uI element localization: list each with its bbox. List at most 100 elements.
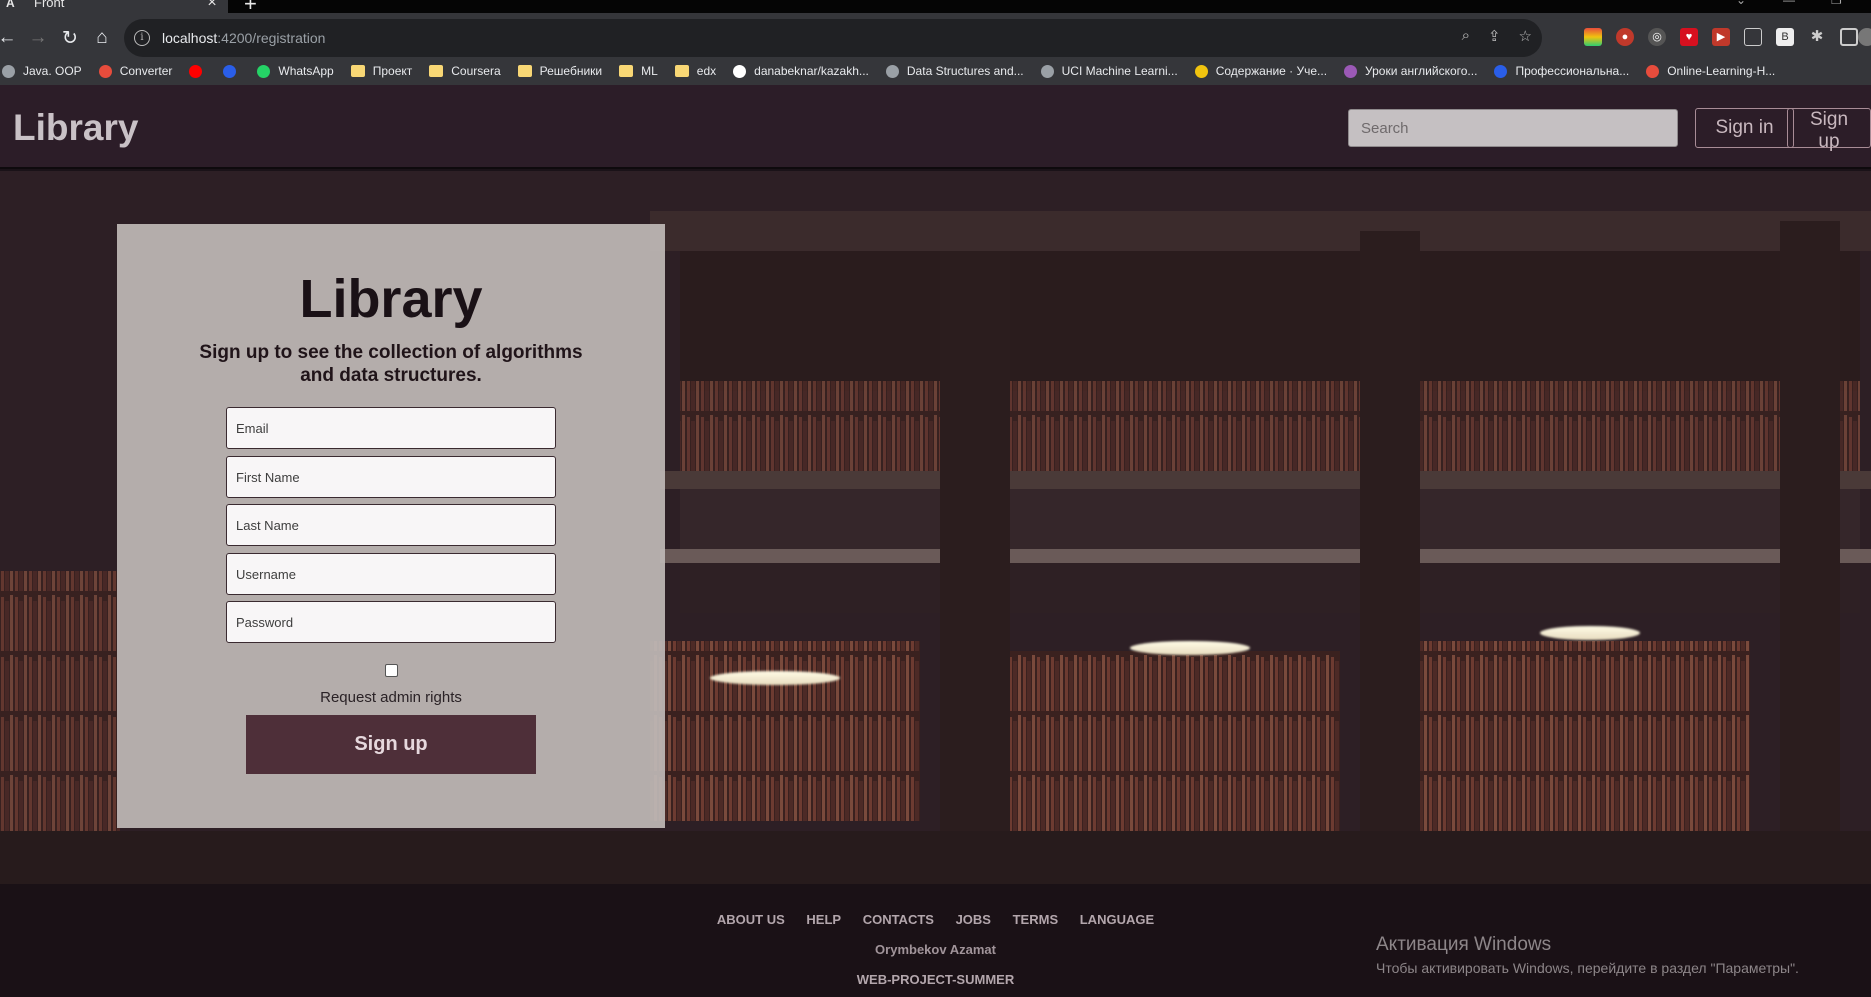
maximize-icon[interactable]: ❐ bbox=[1831, 0, 1842, 7]
zoom-icon[interactable]: ⌕ bbox=[1462, 27, 1470, 45]
footer-link-about[interactable]: ABOUT US bbox=[717, 912, 785, 927]
admin-rights-checkbox[interactable] bbox=[385, 664, 398, 677]
bookmark-item[interactable]: Java. OOP bbox=[2, 64, 82, 78]
extension-icon[interactable]: B bbox=[1776, 28, 1794, 46]
back-icon[interactable]: ← bbox=[0, 25, 20, 51]
bookmark-item[interactable]: Converter bbox=[98, 64, 173, 78]
bookmark-label: ML bbox=[641, 64, 658, 78]
signup-submit-button[interactable]: Sign up bbox=[246, 715, 536, 774]
address-bar[interactable]: i localhost:4200/registration ⌕ ⇪ ☆ bbox=[124, 19, 1542, 57]
lamp-light bbox=[1130, 641, 1250, 655]
bookmark-item[interactable]: Профессиональна... bbox=[1494, 64, 1629, 78]
bookmark-label: Coursera bbox=[451, 64, 501, 78]
bookmark-label: Converter bbox=[119, 64, 173, 78]
browser-tab[interactable]: A Front × bbox=[0, 0, 228, 13]
bookmark-label: Решебники bbox=[539, 64, 603, 78]
bookmark-item[interactable]: Проект bbox=[350, 64, 413, 78]
side-panel-icon[interactable] bbox=[1840, 28, 1858, 46]
form-subtitle: Sign up to see the collection of algorit… bbox=[199, 342, 583, 386]
extension-icon[interactable]: ◎ bbox=[1648, 28, 1666, 46]
bookmark-item[interactable] bbox=[223, 64, 244, 78]
book-icon bbox=[1194, 64, 1208, 78]
form-title: Library bbox=[299, 269, 483, 329]
globe-icon bbox=[2, 64, 15, 78]
extension-icon[interactable] bbox=[1744, 28, 1762, 46]
windows-activation-watermark: Активация Windows Чтобы активировать Win… bbox=[1376, 934, 1799, 976]
youtube-icon bbox=[189, 64, 203, 78]
bookmarks-bar: Java. OOP Converter WhatsApp Проект Coursera… bbox=[0, 57, 1871, 85]
bookmark-label: Проект bbox=[372, 64, 413, 78]
footer-links: ABOUT US HELP CONTACTS JOBS TERMS LANGUA… bbox=[0, 912, 1871, 927]
folder-icon bbox=[619, 65, 634, 77]
home-icon[interactable]: ⌂ bbox=[89, 25, 115, 51]
bookmark-item[interactable]: Содержание · Уче... bbox=[1194, 64, 1328, 78]
footer-link-contacts[interactable]: CONTACTS bbox=[863, 912, 934, 927]
share-icon[interactable]: ⇪ bbox=[1488, 27, 1501, 45]
footer-link-help[interactable]: HELP bbox=[806, 912, 841, 927]
extension-icon[interactable]: ♥ bbox=[1680, 28, 1698, 46]
bookmark-item[interactable]: Решебники bbox=[517, 64, 603, 78]
minimize-icon[interactable]: — bbox=[1783, 0, 1795, 7]
lamp-light bbox=[710, 671, 840, 685]
signin-button[interactable]: Sign in bbox=[1695, 108, 1794, 148]
signup-nav-button[interactable]: Sign up bbox=[1787, 108, 1871, 152]
bookmark-label: Online-Learning-H... bbox=[1667, 64, 1776, 78]
bookmark-item[interactable]: Data Structures and... bbox=[885, 64, 1024, 78]
bookmark-item[interactable]: Уроки английского... bbox=[1344, 64, 1477, 78]
converter-icon bbox=[98, 64, 112, 78]
site-footer: ABOUT US HELP CONTACTS JOBS TERMS LANGUA… bbox=[0, 884, 1871, 997]
site-header: Library Sign in Sign up bbox=[0, 85, 1871, 169]
profile-avatar[interactable] bbox=[1858, 28, 1871, 46]
extension-icon[interactable]: ● bbox=[1616, 28, 1634, 46]
folder-icon bbox=[517, 65, 532, 77]
bookmark-label: UCI Machine Learni... bbox=[1061, 64, 1178, 78]
extensions-puzzle-icon[interactable]: ✱ bbox=[1808, 28, 1826, 46]
bookmark-item[interactable]: edx bbox=[674, 64, 716, 78]
footer-link-language[interactable]: LANGUAGE bbox=[1080, 912, 1154, 927]
browser-tabstrip: A Front × + ⌄ — ❐ bbox=[0, 0, 1871, 13]
bookmark-item[interactable]: Online-Learning-H... bbox=[1646, 64, 1775, 78]
bookmark-item[interactable]: WhatsApp bbox=[257, 64, 334, 78]
password-field[interactable] bbox=[226, 601, 556, 643]
bookmark-item[interactable]: Coursera bbox=[429, 64, 501, 78]
footer-link-jobs[interactable]: JOBS bbox=[956, 912, 991, 927]
bookmark-label: Data Structures and... bbox=[906, 64, 1024, 78]
brand-logo[interactable]: Library bbox=[13, 107, 138, 149]
url-text: localhost:4200/registration bbox=[162, 30, 326, 46]
folder-icon bbox=[429, 65, 444, 77]
last-name-field[interactable] bbox=[226, 504, 556, 546]
bookmark-label: Профессиональна... bbox=[1515, 64, 1630, 78]
github-icon bbox=[733, 64, 747, 78]
extension-icon[interactable]: ▶ bbox=[1712, 28, 1730, 46]
search-input[interactable] bbox=[1348, 109, 1678, 147]
site-info-icon[interactable]: i bbox=[134, 30, 150, 46]
first-name-field[interactable] bbox=[226, 456, 556, 498]
extension-icon[interactable] bbox=[1584, 28, 1602, 46]
username-field[interactable] bbox=[226, 553, 556, 595]
huawei-icon bbox=[1646, 64, 1660, 78]
bookmark-label: Уроки английского... bbox=[1365, 64, 1478, 78]
reload-icon[interactable]: ↻ bbox=[57, 25, 83, 51]
footer-link-terms[interactable]: TERMS bbox=[1013, 912, 1059, 927]
bookmark-label: Содержание · Уче... bbox=[1215, 64, 1328, 78]
vk-icon bbox=[223, 64, 237, 78]
folder-icon bbox=[350, 65, 365, 77]
tab-close-icon[interactable]: × bbox=[202, 0, 222, 12]
bookmark-item[interactable]: UCI Machine Learni... bbox=[1040, 64, 1178, 78]
bookmark-item[interactable] bbox=[189, 64, 210, 78]
bookmark-item[interactable]: danabeknar/kazakh... bbox=[733, 64, 869, 78]
admin-rights-label: Request admin rights bbox=[320, 689, 462, 706]
tab-search-icon[interactable]: ⌄ bbox=[1736, 0, 1746, 7]
bookmark-item[interactable]: ML bbox=[619, 64, 658, 78]
registration-card: Library Sign up to see the collection of… bbox=[117, 224, 665, 828]
bookmark-star-icon[interactable]: ☆ bbox=[1519, 27, 1532, 45]
hero-background: Library Sign up to see the collection of… bbox=[0, 171, 1871, 884]
bookmark-label: WhatsApp bbox=[278, 64, 334, 78]
browser-toolbar: ← → ↻ ⌂ i localhost:4200/registration ⌕ … bbox=[0, 13, 1871, 63]
watermark-title: Активация Windows bbox=[1376, 934, 1552, 955]
email-field[interactable] bbox=[226, 407, 556, 449]
globe-icon bbox=[1040, 64, 1054, 78]
forward-icon[interactable]: → bbox=[25, 25, 51, 51]
flower-icon bbox=[1344, 64, 1358, 78]
new-tab-icon[interactable]: + bbox=[244, 0, 257, 13]
